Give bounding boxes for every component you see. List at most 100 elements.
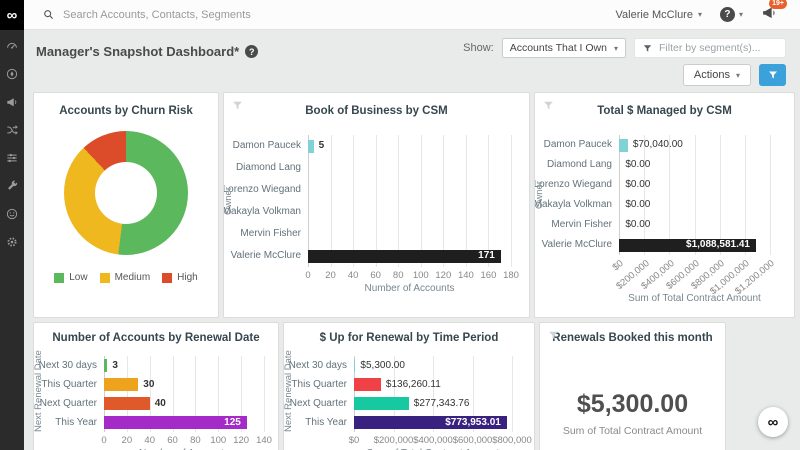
bar-value-label: $0.00 bbox=[625, 179, 651, 190]
announcements-megaphone-icon[interactable] bbox=[0, 94, 24, 109]
chevron-down-icon: ▾ bbox=[735, 70, 740, 80]
segment-filter-input[interactable] bbox=[659, 42, 778, 54]
gridline bbox=[264, 356, 265, 432]
category-label: Damon Paucek bbox=[232, 140, 301, 151]
axis-tick: 100 bbox=[210, 435, 227, 446]
legend-item[interactable]: High bbox=[162, 272, 198, 283]
funnel-icon bbox=[768, 71, 777, 79]
card-accounts-by-churn-risk: Accounts by Churn Risk Low Medium High bbox=[33, 92, 219, 318]
card-total-managed-by-csm: Total $ Managed by CSM Damon Paucek $70,04… bbox=[534, 92, 795, 318]
legend-label: Low bbox=[69, 272, 88, 283]
page-title: Manager's Snapshot Dashboard* bbox=[36, 44, 240, 59]
show-label: Show: bbox=[463, 42, 494, 54]
legend-item[interactable]: Medium bbox=[99, 272, 150, 283]
admin-wrench-icon[interactable] bbox=[0, 178, 24, 193]
feedback-smiley-icon[interactable] bbox=[0, 206, 24, 221]
category-label: This Quarter bbox=[41, 379, 97, 390]
bar[interactable] bbox=[104, 397, 150, 410]
axis-tick: 120 bbox=[435, 270, 452, 281]
chevron-down-icon: ▾ bbox=[613, 43, 618, 53]
bar-value-label: 40 bbox=[154, 398, 166, 409]
dashboard-grid: Accounts by Churn Risk Low Medium High Book… bbox=[24, 88, 800, 450]
category-label: Next Quarter bbox=[289, 398, 347, 409]
bar-row: Mervin Fisher bbox=[240, 223, 511, 245]
chart-title: Number of Accounts by Renewal Date bbox=[52, 332, 260, 344]
axis-tick: 0 bbox=[305, 270, 311, 281]
card-filter-icon[interactable] bbox=[547, 329, 560, 342]
shuffle-icon[interactable] bbox=[0, 122, 24, 137]
bar-row: Next Quarter 40 bbox=[40, 394, 264, 413]
legend-swatch bbox=[162, 272, 173, 283]
category-label: Valerie McClure bbox=[541, 239, 612, 250]
chevron-down-icon: ▾ bbox=[738, 10, 743, 19]
topbar: Valerie McClure ▾ ? ▾ 19+ bbox=[24, 0, 800, 30]
bar-row: Mervin Fisher $0.00 bbox=[551, 215, 770, 235]
compass-icon[interactable] bbox=[0, 66, 24, 81]
card-filter-icon[interactable] bbox=[231, 99, 244, 112]
chart-title: Accounts by Churn Risk bbox=[59, 105, 193, 117]
brand-fab-infinity[interactable]: ∞ bbox=[758, 407, 788, 437]
bar-row: Diamond Lang $0.00 bbox=[547, 155, 770, 175]
sidebar-nav bbox=[0, 30, 24, 249]
segment-filter bbox=[634, 38, 786, 58]
bar-value-label: $773,953.01 bbox=[445, 417, 501, 428]
bar-value-label: $277,343.76 bbox=[413, 398, 470, 409]
actions-button[interactable]: Actions ▾ bbox=[682, 64, 751, 86]
category-label: This Quarter bbox=[291, 379, 347, 390]
axis-tick: 20 bbox=[121, 435, 133, 446]
axis-tick: 120 bbox=[233, 435, 250, 446]
show-dropdown[interactable]: Accounts That I Own ▾ bbox=[501, 38, 626, 58]
notification-badge: 19+ bbox=[769, 0, 787, 9]
bar[interactable] bbox=[354, 359, 356, 372]
app-logo[interactable]: ∞ bbox=[0, 0, 24, 30]
axis-tick: $400,000 bbox=[413, 435, 453, 446]
settings-gear-icon[interactable] bbox=[0, 234, 24, 249]
page-header: Manager's Snapshot Dashboard* ? Show: Ac… bbox=[24, 30, 800, 88]
legend-label: High bbox=[177, 272, 198, 283]
legend-item[interactable]: Low bbox=[54, 272, 88, 283]
bar[interactable] bbox=[308, 249, 501, 263]
category-label: This Year bbox=[55, 417, 97, 428]
x-axis-label: Number of Accounts bbox=[364, 283, 455, 294]
bar-value-label: $0.00 bbox=[625, 219, 651, 230]
user-menu[interactable]: Valerie McClure ▾ bbox=[616, 9, 702, 21]
bar[interactable] bbox=[308, 139, 314, 153]
x-axis-ticks: 0 20 40 60 80 100 120 140 160 180 bbox=[305, 267, 519, 281]
bar[interactable] bbox=[104, 359, 108, 372]
global-filter-button[interactable] bbox=[759, 64, 786, 86]
card-filter-icon[interactable] bbox=[542, 99, 555, 112]
bar[interactable] bbox=[354, 397, 409, 410]
donut[interactable] bbox=[64, 131, 188, 255]
dashboard-gauge-icon[interactable] bbox=[0, 38, 24, 53]
global-search bbox=[42, 8, 616, 21]
help-menu[interactable]: ? ▾ bbox=[719, 7, 743, 22]
x-axis-ticks: $0 $200,000 $400,000 $600,000 $800,000 bbox=[349, 432, 532, 446]
bar-row: Damon Paucek 5 bbox=[233, 135, 511, 157]
bar[interactable] bbox=[354, 378, 381, 391]
bar-row: Damon Paucek $70,040.00 bbox=[544, 135, 770, 155]
axis-tick: $0 bbox=[610, 258, 627, 274]
search-input[interactable] bbox=[63, 8, 323, 21]
legend-swatch bbox=[54, 272, 65, 283]
gridline bbox=[511, 135, 512, 267]
axis-tick: 20 bbox=[325, 270, 336, 281]
bar[interactable] bbox=[619, 138, 628, 152]
bar-row: This Year $773,953.01 bbox=[305, 413, 512, 432]
category-label: Next 30 days bbox=[38, 360, 97, 371]
chevron-down-icon: ▾ bbox=[697, 10, 702, 19]
bar-value-label: $1,088,581.41 bbox=[686, 239, 750, 250]
category-label: Damon Paucek bbox=[543, 139, 612, 150]
bar-row: Lorenzo Wiegand $0.00 bbox=[535, 175, 770, 195]
bar-row: Valerie McClure $1,088,581.41 bbox=[542, 235, 770, 255]
bar-row: Next 30 days $5,300.00 bbox=[289, 356, 512, 375]
bar-value-label: 30 bbox=[143, 379, 155, 390]
page-help-icon[interactable]: ? bbox=[245, 45, 259, 58]
axis-tick: $200,000 bbox=[373, 435, 414, 446]
bar-value-label: 5 bbox=[318, 140, 325, 151]
axis-tick: 100 bbox=[412, 270, 429, 281]
axis-tick: 140 bbox=[256, 435, 272, 446]
filters-sliders-icon[interactable] bbox=[0, 150, 24, 165]
bar[interactable] bbox=[104, 378, 139, 391]
search-icon bbox=[44, 10, 53, 19]
notifications-button[interactable]: 19+ bbox=[761, 0, 787, 26]
